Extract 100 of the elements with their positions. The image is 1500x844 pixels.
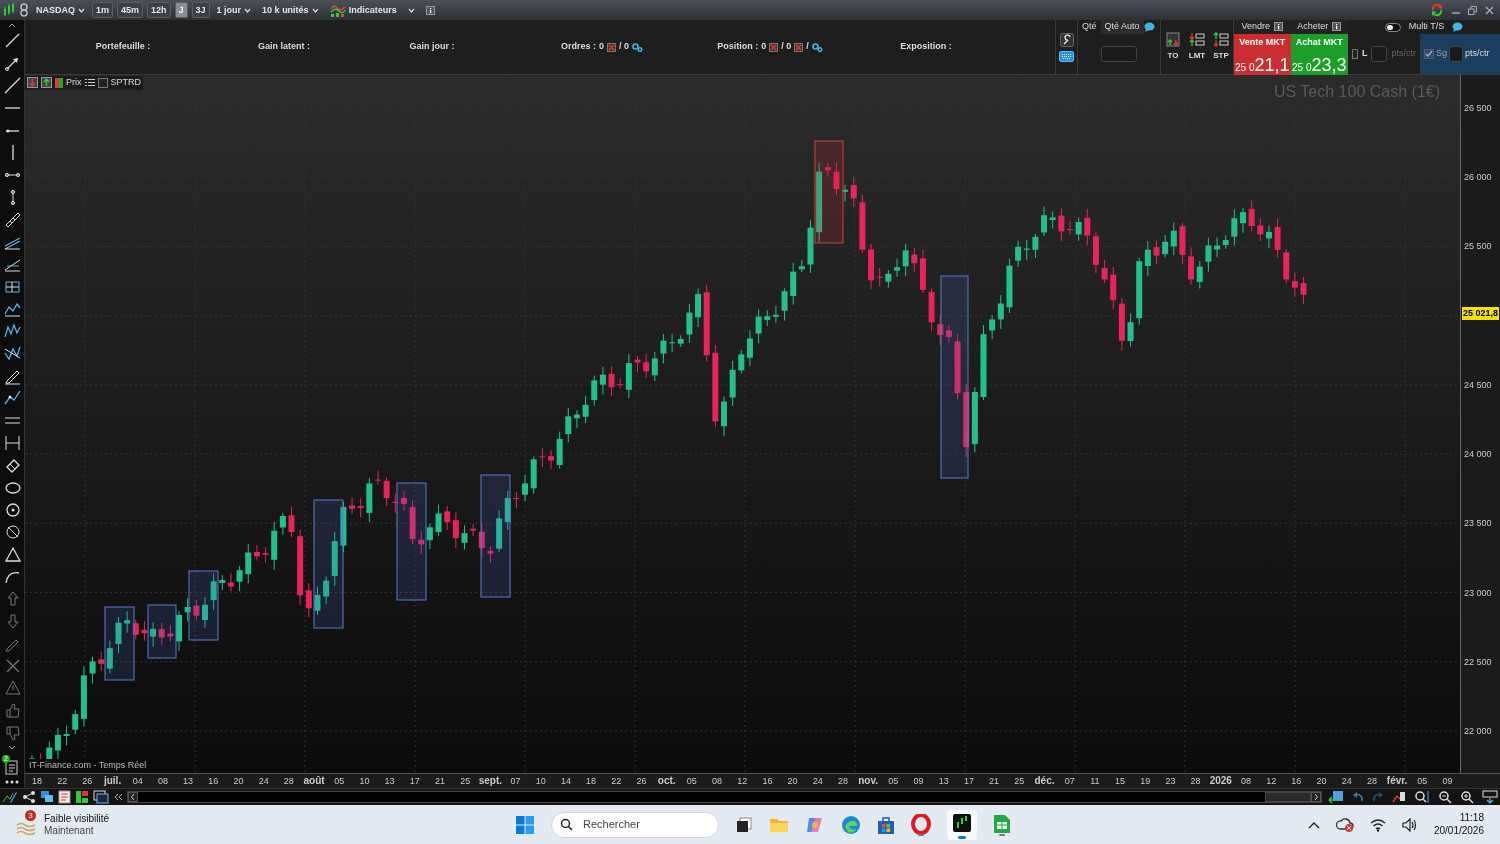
info-icon[interactable]: [1332, 22, 1342, 32]
scrollbar[interactable]: [127, 791, 1322, 803]
selection-rectangle[interactable]: [940, 275, 969, 479]
scroll-left-icon[interactable]: [128, 792, 138, 802]
timeframe-dropdown[interactable]: 1 jour: [212, 2, 256, 18]
opera-icon[interactable]: [911, 813, 931, 836]
scroll-right-icon[interactable]: [1311, 792, 1321, 802]
buy-arrow-icon[interactable]: [41, 77, 52, 89]
refresh-icon[interactable]: [1430, 3, 1444, 17]
chevron-down-icon[interactable]: [7, 745, 17, 752]
position-label: Position :: [717, 40, 759, 54]
date-label: 23: [1164, 775, 1177, 788]
period-tab[interactable]: 1m: [92, 2, 114, 18]
chat-bubble-icon[interactable]: [1452, 22, 1464, 32]
stop-field[interactable]: [1449, 46, 1463, 62]
gear-icon[interactable]: [632, 42, 643, 52]
list-icon[interactable]: [84, 78, 95, 88]
sell-market-button[interactable]: Vente MKT 25 021,1: [1234, 33, 1291, 75]
order-type-button[interactable]: LMT: [1188, 32, 1206, 62]
close-icon[interactable]: [1485, 5, 1494, 15]
calendar-arrow-icon[interactable]: [1328, 790, 1344, 804]
quantity-field[interactable]: [1101, 46, 1137, 62]
period-tab[interactable]: 45m: [117, 2, 144, 18]
store-icon[interactable]: [877, 814, 895, 835]
limit-label: L: [1362, 47, 1368, 61]
wrench-icon[interactable]: [1059, 32, 1074, 47]
cloud-error-icon[interactable]: [1335, 816, 1354, 833]
color-swatch-icon[interactable]: [55, 77, 63, 88]
double-chevron-icon[interactable]: [113, 792, 123, 802]
period-tab[interactable]: 12h: [147, 2, 171, 18]
restore-icon[interactable]: [1468, 5, 1477, 15]
sync-chart-icon[interactable]: [1392, 790, 1406, 804]
close-icon[interactable]: [769, 42, 779, 52]
zoom-vertical-icon[interactable]: [1414, 790, 1430, 804]
chain-link-icon[interactable]: [19, 2, 29, 18]
price-tick: 25 500: [1464, 240, 1492, 254]
gear-icon[interactable]: [811, 42, 823, 52]
candlestick-icon[interactable]: [2, 3, 16, 17]
undo-icon[interactable]: [1352, 791, 1364, 803]
units-dropdown[interactable]: 10 k unités: [258, 2, 323, 18]
toggle-switch[interactable]: [1384, 22, 1401, 32]
spreadsheet-app-icon[interactable]: [993, 813, 1011, 836]
chat-bubble-icon[interactable]: [1143, 22, 1155, 32]
date-label: 26: [81, 775, 94, 788]
chat-icon[interactable]: [40, 790, 54, 804]
month-label: nov.: [857, 774, 880, 788]
selection-rectangle[interactable]: [188, 570, 219, 641]
order-type-button[interactable]: STP: [1213, 32, 1230, 62]
line-tool-icon[interactable]: [2, 75, 22, 95]
selection-rectangle[interactable]: [396, 482, 427, 601]
share-icon[interactable]: [22, 790, 36, 804]
order-type-button[interactable]: TO: [1164, 32, 1181, 62]
keyboard-arrow-icon[interactable]: [1482, 790, 1498, 804]
task-view-icon[interactable]: [735, 815, 753, 834]
keyboard-icon[interactable]: [1059, 50, 1074, 62]
info-icon[interactable]: [1274, 22, 1283, 32]
warning-icon[interactable]: [2, 678, 22, 698]
search-field[interactable]: Rechercher: [581, 815, 701, 834]
clock[interactable]: 11:18 20/01/2026: [1433, 812, 1484, 837]
date-label: 13: [182, 775, 195, 788]
month-label: août: [302, 774, 326, 788]
position-short: / 0: [781, 40, 792, 54]
copilot-icon[interactable]: [805, 815, 825, 834]
chevron-up-icon[interactable]: [7, 22, 17, 28]
date-label: 25: [459, 775, 472, 788]
windows-start-icon[interactable]: [515, 814, 535, 835]
info-icon[interactable]: [425, 6, 435, 16]
order-bars-icon[interactable]: [75, 790, 89, 804]
close-icon[interactable]: [607, 42, 616, 52]
period-tab[interactable]: 3J: [191, 2, 210, 18]
selection-rectangle[interactable]: [814, 140, 844, 244]
document-icon[interactable]: [58, 790, 71, 804]
checkbox[interactable]: [1352, 49, 1358, 59]
checkbox[interactable]: [1424, 49, 1434, 59]
scroll-thumb[interactable]: [1265, 792, 1311, 802]
close-icon[interactable]: [794, 42, 804, 52]
symbol-dropdown[interactable]: NASDAQ: [32, 2, 89, 18]
pencil-chart-icon[interactable]: [2, 790, 18, 804]
auto-quantity-tab[interactable]: Qté Auto: [1100, 20, 1144, 34]
date-label: 14: [559, 775, 572, 788]
speaker-icon[interactable]: [1401, 817, 1418, 832]
search-bar[interactable]: Rechercher: [551, 811, 719, 838]
zoom-in-icon[interactable]: [1460, 790, 1474, 804]
limit-field[interactable]: [1371, 46, 1388, 62]
selection-rectangle[interactable]: [147, 604, 177, 659]
notification-badge: 3: [25, 809, 36, 821]
selection-rectangle[interactable]: [313, 499, 344, 629]
indicators-button[interactable]: Indicateurs: [325, 2, 401, 18]
chevron-up-icon[interactable]: [1307, 820, 1320, 829]
buy-market-button[interactable]: Achat MKT 25 023,3: [1290, 33, 1348, 75]
orders-label: Ordres :: [560, 40, 596, 54]
sell-arrow-icon[interactable]: [27, 77, 38, 89]
wifi-icon[interactable]: [1369, 817, 1386, 832]
trading-app-icon[interactable]: [947, 809, 977, 840]
checkbox[interactable]: [97, 77, 108, 88]
windows-icon[interactable]: [93, 790, 109, 804]
edge-icon[interactable]: [841, 814, 861, 835]
zoom-out-icon[interactable]: [1438, 790, 1452, 804]
selection-rectangle[interactable]: [104, 606, 135, 681]
selection-rectangle[interactable]: [480, 474, 511, 598]
